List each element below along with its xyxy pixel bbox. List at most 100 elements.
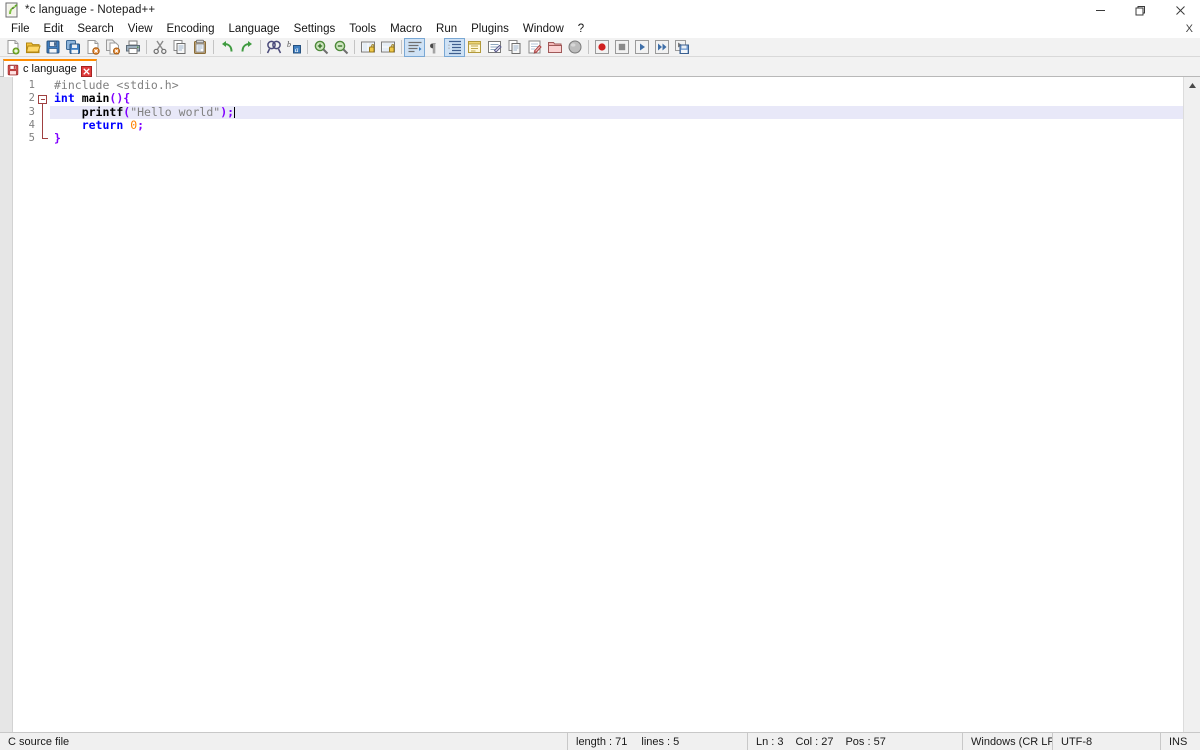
macro-stop-icon[interactable]	[612, 39, 631, 56]
code-token: ;	[137, 117, 145, 132]
status-encoding[interactable]: UTF-8	[1053, 732, 1161, 750]
menu-item-window[interactable]: Window	[516, 21, 571, 38]
macro-save-icon[interactable]	[672, 39, 691, 56]
zoom-out-icon[interactable]	[331, 39, 350, 56]
vertical-scrollbar[interactable]	[1183, 77, 1200, 732]
code-token: return	[81, 117, 124, 132]
sync-vertical-scroll-icon[interactable]	[358, 39, 377, 56]
scroll-track[interactable]	[1184, 94, 1200, 732]
status-eol-format[interactable]: Windows (CR LF)	[963, 732, 1053, 750]
restore-button[interactable]	[1120, 0, 1160, 20]
code-token: (){	[109, 91, 131, 106]
status-ln-label: Ln : 3	[756, 735, 784, 748]
function-list-icon[interactable]	[525, 39, 544, 56]
svg-text:¶: ¶	[430, 40, 436, 55]
code-line[interactable]: }	[50, 132, 1183, 145]
menu-item-settings[interactable]: Settings	[287, 21, 343, 38]
svg-text:b: b	[287, 40, 291, 49]
code-folding-margin[interactable]	[35, 77, 50, 732]
sync-horizontal-scroll-icon[interactable]	[378, 39, 397, 56]
redo-icon[interactable]	[237, 39, 256, 56]
toolbar-separator	[213, 40, 214, 54]
status-bar: C source file length : 71 lines : 5 Ln :…	[0, 732, 1200, 750]
line-number-margin: 12345	[13, 77, 35, 732]
line-number: 2	[28, 92, 35, 105]
toolbar: b a ¶	[0, 37, 1200, 57]
status-doc-type: C source file	[0, 732, 568, 750]
fold-margin-row[interactable]	[35, 79, 50, 92]
macro-play-multi-icon[interactable]	[652, 39, 671, 56]
status-length-lines: length : 71 lines : 5	[568, 732, 748, 750]
user-defined-dlg-icon[interactable]	[485, 39, 504, 56]
bookmark-margin[interactable]	[0, 77, 13, 732]
editor-tab[interactable]: c language	[3, 59, 97, 77]
scroll-up-arrow-icon[interactable]	[1184, 77, 1200, 94]
macro-play-icon[interactable]	[632, 39, 651, 56]
save-icon[interactable]	[43, 39, 62, 56]
title-bar: *c language - Notepad++	[0, 0, 1200, 20]
window-controls	[1080, 0, 1200, 20]
paste-icon[interactable]	[190, 39, 209, 56]
toolbar-separator	[260, 40, 261, 54]
menu-item-view[interactable]: View	[121, 21, 160, 38]
menubar-document-close-icon[interactable]: X	[1186, 22, 1193, 36]
menu-item-search[interactable]: Search	[70, 21, 120, 38]
menu-item-file[interactable]: File	[4, 21, 37, 38]
show-ui-icon[interactable]	[465, 39, 484, 56]
tab-close-icon[interactable]	[80, 64, 92, 77]
code-line[interactable]: return 0;	[50, 117, 1183, 132]
toolbar-separator	[354, 40, 355, 54]
new-file-icon[interactable]	[3, 39, 22, 56]
find-icon[interactable]	[264, 39, 283, 56]
save-all-icon[interactable]	[63, 39, 82, 56]
undo-icon[interactable]	[217, 39, 236, 56]
editor-area: 12345 #include <stdio.h> int main(){ prin…	[0, 77, 1200, 732]
close-all-icon[interactable]	[103, 39, 122, 56]
menu-item-run[interactable]: Run	[429, 21, 464, 38]
menu-bar: File Edit Search View Encoding Language Settin…	[0, 20, 1200, 38]
zoom-in-icon[interactable]	[311, 39, 330, 56]
code-token: }	[54, 131, 61, 146]
code-line[interactable]: printf("Hello world");	[50, 104, 1183, 119]
copy-icon[interactable]	[170, 39, 189, 56]
status-insert-mode[interactable]: INS	[1161, 733, 1200, 750]
code-line[interactable]: int main(){	[50, 92, 1183, 105]
status-insert-mode-label: INS	[1169, 735, 1188, 748]
close-window-button[interactable]	[1160, 0, 1200, 20]
cut-icon[interactable]	[150, 39, 169, 56]
window-title: *c language - Notepad++	[25, 4, 156, 16]
notepad-plus-plus-window: *c language - Notepad++ File Edit Search Vi…	[0, 0, 1200, 750]
status-lines-label: lines : 5	[641, 735, 680, 748]
fold-guide-end	[42, 138, 48, 140]
status-doc-type-label: C source file	[8, 735, 70, 748]
minimize-button[interactable]	[1080, 0, 1120, 20]
menu-item-encoding[interactable]: Encoding	[160, 21, 222, 38]
macro-record-icon[interactable]	[592, 39, 611, 56]
code-text-area[interactable]: #include <stdio.h> int main(){ printf("He…	[50, 77, 1183, 732]
close-file-icon[interactable]	[83, 39, 102, 56]
open-file-icon[interactable]	[23, 39, 42, 56]
menu-item-[interactable]: ?	[571, 21, 591, 38]
word-wrap-icon[interactable]	[404, 37, 425, 57]
indent-guide-icon[interactable]	[444, 37, 465, 57]
menu-item-plugins[interactable]: Plugins	[464, 21, 516, 38]
code-token: <stdio.h>	[116, 78, 179, 92]
show-all-chars-icon[interactable]: ¶	[425, 39, 444, 56]
text-caret	[234, 106, 236, 118]
menu-item-macro[interactable]: Macro	[383, 21, 429, 38]
code-token: "Hello world"	[130, 104, 221, 119]
menu-item-edit[interactable]: Edit	[37, 21, 71, 38]
print-icon[interactable]	[123, 39, 142, 56]
document-map-icon[interactable]	[505, 39, 524, 56]
line-number: 5	[28, 132, 35, 145]
menu-item-tools[interactable]: Tools	[342, 21, 383, 38]
status-col-label: Col : 27	[795, 735, 834, 748]
monitoring-icon[interactable]	[565, 39, 584, 56]
tab-bar: c language	[0, 57, 1200, 77]
code-line[interactable]: #include <stdio.h>	[50, 78, 1183, 92]
replace-icon[interactable]: ba	[284, 39, 303, 56]
menu-item-language[interactable]: Language	[221, 21, 286, 38]
folder-workspace-icon[interactable]	[545, 39, 564, 56]
